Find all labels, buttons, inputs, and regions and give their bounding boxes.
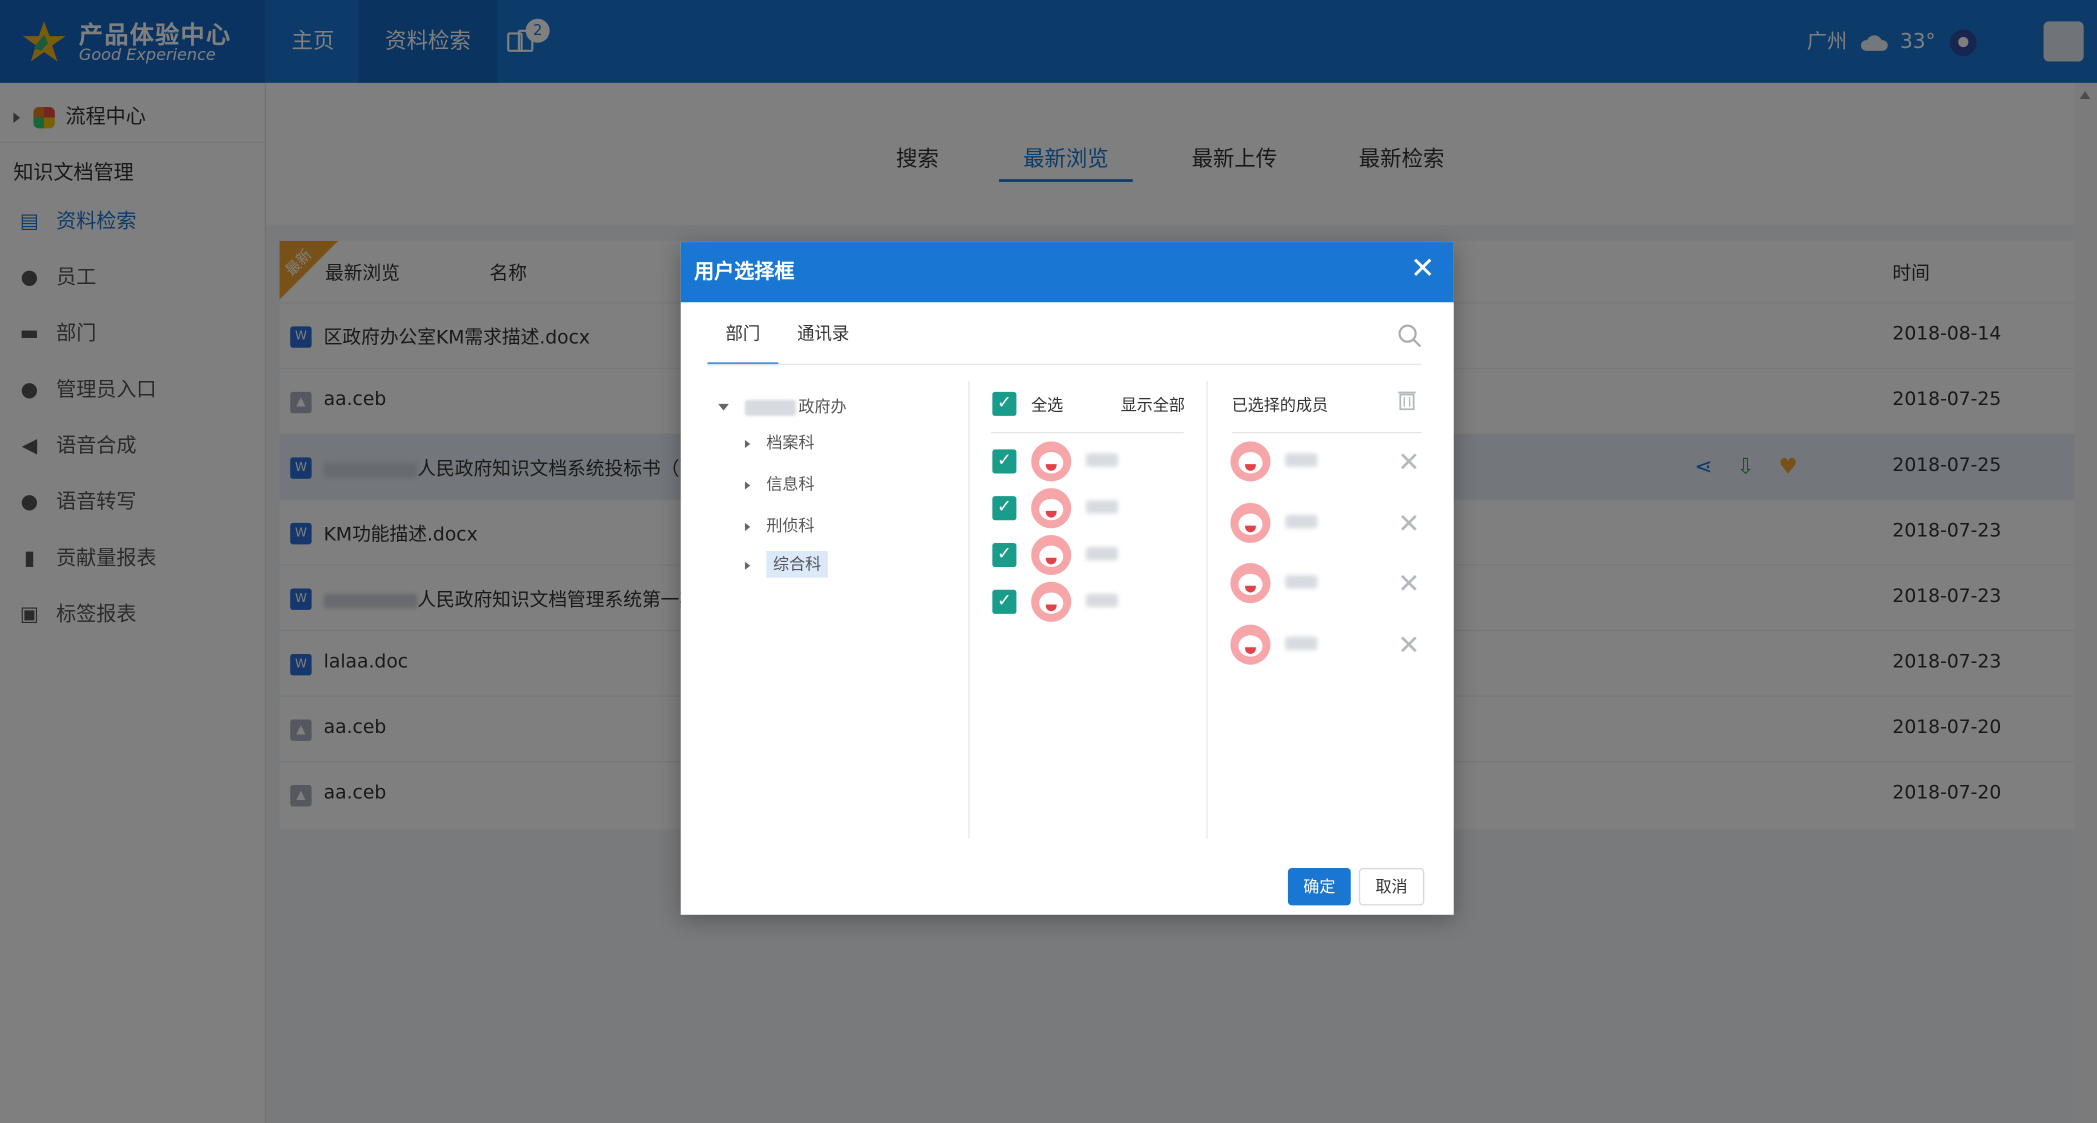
member-checkbox[interactable]: ✓ xyxy=(992,589,1017,614)
avatar xyxy=(1230,563,1271,604)
tree-item-criminal-investigation[interactable]: 刑侦科 xyxy=(744,514,815,537)
member-checkbox[interactable]: ✓ xyxy=(992,542,1017,568)
collapse-arrow-icon xyxy=(718,403,729,411)
divider xyxy=(707,363,1422,366)
user-select-dialog: 用户选择框 ✕ 部门 通讯录 政府办 档案科 信息科 刑侦科 综合科 ✓ 全选 … xyxy=(680,242,1454,915)
trash-icon[interactable] xyxy=(1398,389,1417,411)
redacted-name xyxy=(1085,593,1119,608)
avatar xyxy=(1031,534,1072,576)
select-all-label: 全选 xyxy=(1031,395,1064,415)
avatar xyxy=(1230,441,1271,482)
expand-arrow-icon xyxy=(744,561,751,570)
divider xyxy=(991,431,1184,434)
member-checkbox[interactable]: ✓ xyxy=(992,449,1017,474)
app-root: 产品体验中心 Good Experience 主页 资料检索 2 广州 33° … xyxy=(0,0,2097,1123)
avatar xyxy=(1031,441,1072,482)
avatar xyxy=(1031,488,1072,529)
redacted-text xyxy=(744,399,796,416)
column-divider xyxy=(968,381,970,839)
remove-icon[interactable]: ✕ xyxy=(1398,448,1420,475)
redacted-name xyxy=(1285,453,1318,467)
tab-department[interactable]: 部门 xyxy=(707,322,779,366)
remove-icon[interactable]: ✕ xyxy=(1398,510,1420,537)
redacted-name xyxy=(1285,636,1318,650)
tab-contacts[interactable]: 通讯录 xyxy=(797,322,849,362)
redacted-name xyxy=(1085,546,1119,561)
avatar xyxy=(1230,624,1271,665)
search-icon[interactable] xyxy=(1398,324,1422,348)
remove-icon[interactable]: ✕ xyxy=(1398,631,1420,658)
close-icon[interactable]: ✕ xyxy=(1410,253,1435,288)
tree-root-node[interactable]: 政府办 xyxy=(718,395,847,418)
expand-arrow-icon xyxy=(744,439,751,448)
remove-icon[interactable]: ✕ xyxy=(1398,570,1420,597)
redacted-name xyxy=(1285,514,1318,529)
dialog-header: 用户选择框 ✕ xyxy=(680,242,1454,303)
confirm-button[interactable]: 确定 xyxy=(1287,867,1351,906)
redacted-name xyxy=(1285,575,1318,589)
tree-item-information[interactable]: 信息科 xyxy=(744,472,815,495)
tree-item-archives[interactable]: 档案科 xyxy=(744,431,815,454)
tree-item-label: 档案科 xyxy=(766,433,815,453)
redacted-name xyxy=(1085,453,1119,467)
dialog-title: 用户选择框 xyxy=(694,259,795,284)
tree-root-label: 政府办 xyxy=(798,397,847,416)
selected-members-title: 已选择的成员 xyxy=(1231,395,1329,415)
expand-arrow-icon xyxy=(744,522,751,531)
member-checkbox[interactable]: ✓ xyxy=(992,496,1017,521)
column-divider xyxy=(1206,381,1208,839)
avatar xyxy=(1031,581,1072,622)
divider xyxy=(1231,431,1422,434)
redacted-name xyxy=(1085,500,1119,514)
tree-item-general[interactable]: 综合科 xyxy=(744,551,828,578)
expand-arrow-icon xyxy=(744,480,751,489)
avatar xyxy=(1230,502,1271,543)
show-all-link[interactable]: 显示全部 xyxy=(1121,393,1185,416)
cancel-button[interactable]: 取消 xyxy=(1358,867,1425,906)
tree-item-label: 刑侦科 xyxy=(766,516,815,535)
select-all-checkbox[interactable]: ✓ xyxy=(992,391,1017,416)
tree-item-label: 信息科 xyxy=(766,474,815,494)
tree-item-label: 综合科 xyxy=(766,551,828,578)
